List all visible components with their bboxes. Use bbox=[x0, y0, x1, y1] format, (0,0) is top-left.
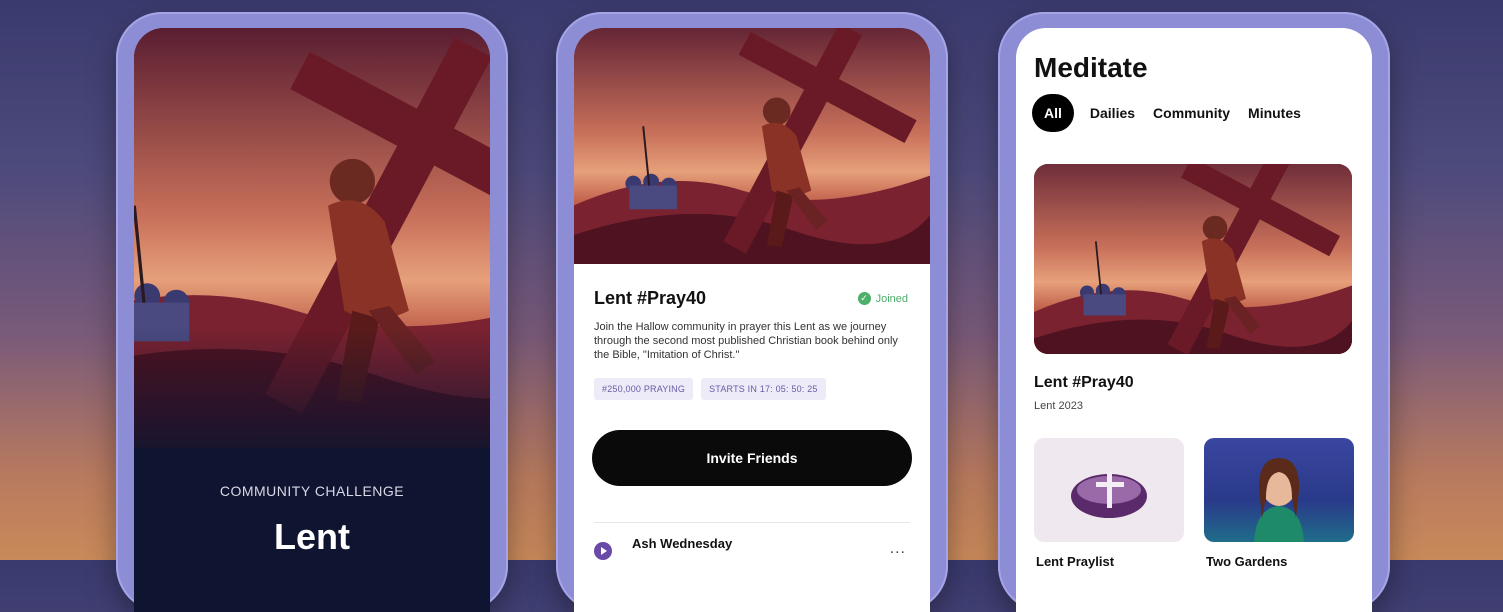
challenge-splash-screen: COMMUNITY CHALLENGE Lent bbox=[134, 28, 490, 612]
two-gardens-tile[interactable] bbox=[1204, 438, 1354, 542]
category-tabs: All Dailies Community Minutes bbox=[1032, 94, 1362, 132]
tab-minutes[interactable]: Minutes bbox=[1246, 95, 1303, 131]
session-list-item[interactable]: Ash Wednesday ... bbox=[594, 536, 910, 576]
phone-mockup-2: Lent #Pray40 ✓ Joined Join the Hallow co… bbox=[556, 12, 948, 612]
challenge-description: Join the Hallow community in prayer this… bbox=[594, 321, 898, 361]
more-options-icon[interactable]: ... bbox=[890, 540, 906, 558]
featured-card-subtitle: Lent 2023 bbox=[1034, 400, 1083, 412]
woman-portrait-icon bbox=[1254, 458, 1304, 542]
challenge-title: Lent #Pray40 bbox=[594, 288, 707, 308]
countdown-chip: STARTS IN 17: 05: 50: 25 bbox=[701, 378, 826, 400]
challenge-kicker: COMMUNITY CHALLENGE bbox=[219, 483, 405, 499]
lent-illustration bbox=[574, 28, 930, 264]
featured-card-image[interactable] bbox=[1034, 164, 1352, 354]
challenge-chips: #250,000 PRAYING STARTS IN 17: 05: 50: 2… bbox=[594, 378, 826, 400]
phone-mockup-1: COMMUNITY CHALLENGE Lent bbox=[116, 12, 508, 612]
play-icon[interactable] bbox=[594, 542, 612, 560]
check-icon: ✓ bbox=[857, 292, 871, 305]
divider bbox=[594, 522, 910, 523]
art-fade bbox=[134, 328, 490, 468]
praying-count-chip: #250,000 PRAYING bbox=[594, 378, 694, 400]
challenge-detail-screen: Lent #Pray40 ✓ Joined Join the Hallow co… bbox=[574, 28, 930, 612]
tab-community[interactable]: Community bbox=[1151, 95, 1232, 131]
invite-friends-button[interactable]: Invite Friends bbox=[592, 430, 912, 486]
tile-label-lent-praylist: Lent Praylist bbox=[1036, 554, 1115, 569]
phone-mockup-3: Meditate All Dailies Community Minutes L… bbox=[998, 12, 1390, 612]
tile-label-two-gardens: Two Gardens bbox=[1206, 554, 1288, 569]
featured-card-title[interactable]: Lent #Pray40 bbox=[1034, 374, 1134, 392]
tab-dailies[interactable]: Dailies bbox=[1088, 95, 1137, 131]
lent-praylist-tile[interactable] bbox=[1034, 438, 1184, 542]
challenge-title: Lent bbox=[274, 516, 350, 557]
joined-status: ✓ Joined bbox=[857, 292, 908, 305]
session-title: Ash Wednesday bbox=[632, 536, 733, 551]
page-title: Meditate bbox=[1034, 52, 1148, 83]
meditate-screen: Meditate All Dailies Community Minutes L… bbox=[1016, 28, 1372, 612]
joined-label: Joined bbox=[875, 292, 908, 305]
ash-bowl-icon bbox=[1071, 472, 1147, 518]
tab-all[interactable]: All bbox=[1032, 94, 1074, 132]
